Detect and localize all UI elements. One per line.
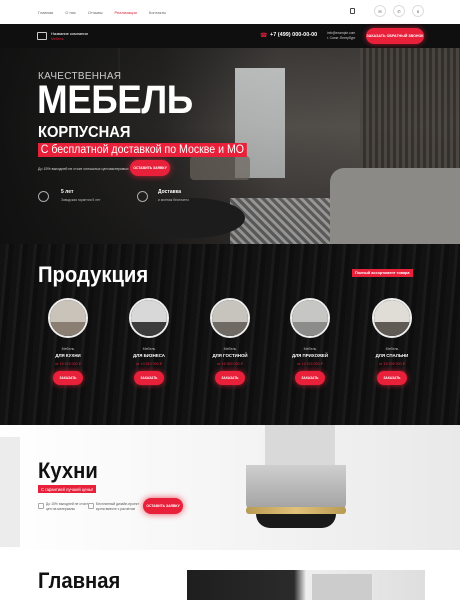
- product-price: от 10 510 000 ₽: [136, 362, 162, 366]
- interior-image: [187, 570, 425, 600]
- product-card[interactable]: Мебель ДЛЯ БИЗНЕСА от 10 510 000 ₽ ЗАКАЗ…: [119, 298, 179, 398]
- nav-link-home[interactable]: Главная: [38, 10, 53, 15]
- order-button[interactable]: ЗАКАЗАТЬ: [295, 371, 325, 385]
- main-section: Главная: [0, 550, 460, 600]
- contact-block: info@example.com г. Санкт-Петербург: [327, 31, 356, 41]
- product-label: Мебель: [142, 347, 156, 351]
- hero-sofa: [330, 168, 460, 244]
- product-price: от 16 500 000 ₽: [217, 362, 243, 366]
- design-icon: [88, 503, 94, 509]
- product-price: от 14 515 000 ₽: [297, 362, 323, 366]
- product-image[interactable]: [129, 298, 169, 338]
- feature-text-warranty: Заводская гарантия 5 лет: [61, 198, 101, 202]
- kitchens-subtitle: С гарантией лучшей цены!: [38, 485, 97, 493]
- company-subtitle: Мебель: [51, 37, 64, 41]
- pendant-lamp: [246, 465, 346, 513]
- nav-link-reviews[interactable]: Отзывы: [88, 10, 103, 15]
- feature-title-delivery: Доставка: [158, 189, 181, 195]
- product-label: Мебель: [61, 347, 75, 351]
- interior-image-right: [312, 574, 372, 600]
- product-category: ДЛЯ КУХНИ: [55, 353, 81, 358]
- kitchens-cta-button[interactable]: ОСТАВИТЬ ЗАЯВКУ: [143, 498, 183, 514]
- products-section: Продукция Полный ассортимент товара Мебе…: [0, 244, 460, 425]
- assortment-badge: Полный ассортимент товара: [352, 269, 413, 277]
- nav-link-about[interactable]: О нас: [65, 10, 76, 15]
- product-price: от 16 595 000 ₽: [379, 362, 405, 366]
- hero-section: КАЧЕСТВЕННАЯ МЕБЕЛЬ КОРПУСНАЯ С бесплатн…: [0, 48, 460, 244]
- hero-highlight: С бесплатной доставкой по Москве и МО: [38, 143, 247, 157]
- hero-carpet: [230, 198, 330, 244]
- product-image[interactable]: [48, 298, 88, 338]
- nav-link-projects[interactable]: Реализации: [115, 10, 137, 15]
- product-card[interactable]: Мебель ДЛЯ КУХНИ от 15 515 000 ₽ ЗАКАЗАТ…: [38, 298, 98, 398]
- city-text: г. Санкт-Петербург: [327, 36, 356, 40]
- logo-icon[interactable]: [37, 32, 47, 40]
- hero-subtitle: КОРПУСНАЯ: [38, 124, 131, 141]
- hero-cta-button[interactable]: ОСТАВИТЬ ЗАЯВКУ: [130, 160, 170, 176]
- product-category: ДЛЯ ГОСТИНОЙ: [212, 353, 248, 358]
- kitchens-title: Кухни: [38, 458, 98, 483]
- product-image[interactable]: [372, 298, 412, 338]
- top-nav: Главная О нас Отзывы Реализации Контакты…: [0, 0, 460, 24]
- product-image[interactable]: [290, 298, 330, 338]
- product-category: ДЛЯ СПАЛЬНИ: [375, 353, 409, 358]
- lamp-rim: [246, 507, 346, 514]
- company-name: Название компании: [51, 31, 88, 36]
- product-label: Мебель: [385, 347, 399, 351]
- lamp-inner: [256, 514, 336, 528]
- site-header: Название компании Мебель ☎ +7 (499) 000-…: [0, 24, 460, 48]
- order-button[interactable]: ЗАКАЗАТЬ: [53, 371, 83, 385]
- kitchens-text-2: Бесплатный дизайн-проект кухни вместе с …: [96, 502, 139, 511]
- order-button[interactable]: ЗАКАЗАТЬ: [134, 371, 164, 385]
- product-card[interactable]: Мебель ДЛЯ СПАЛЬНИ от 16 595 000 ₽ ЗАКАЗ…: [362, 298, 422, 398]
- main-title: Главная: [38, 568, 121, 593]
- hero-table: [140, 198, 245, 238]
- hero-title: МЕБЕЛЬ: [37, 78, 193, 122]
- nav-link-contacts[interactable]: Контакты: [149, 10, 166, 15]
- phone-icon: ☎: [260, 33, 268, 39]
- product-card[interactable]: Мебель ДЛЯ ПРИХОЖЕЙ от 14 515 000 ₽ ЗАКА…: [280, 298, 340, 398]
- hero-discount-text: До 15% выгодней не стоит сплошных цен ма…: [38, 167, 129, 171]
- order-button[interactable]: ЗАКАЗАТЬ: [377, 371, 407, 385]
- phone-number[interactable]: +7 (499) 000-00-00: [270, 32, 317, 38]
- order-button[interactable]: ЗАКАЗАТЬ: [215, 371, 245, 385]
- percent-icon: [38, 503, 44, 509]
- circle-icon-1[interactable]: ✉: [374, 5, 386, 17]
- hero-chairs: [190, 156, 250, 180]
- product-category: ДЛЯ БИЗНЕСА: [133, 353, 165, 358]
- truck-icon: [137, 191, 148, 202]
- product-category: ДЛЯ ПРИХОЖЕЙ: [291, 353, 329, 358]
- feature-title-warranty: 5 лет: [61, 189, 74, 195]
- badge-icon: [38, 191, 49, 202]
- product-card[interactable]: Мебель ДЛЯ ГОСТИНОЙ от 16 500 000 ₽ ЗАКА…: [200, 298, 260, 398]
- kitchens-section: Кухни С гарантией лучшей цены! До 15% вы…: [0, 425, 460, 550]
- lamp-cord: [265, 425, 335, 465]
- feature-text-delivery: и монтаж бесплатно: [158, 198, 190, 202]
- kitchen-shelf: [0, 437, 20, 547]
- circle-icon-2[interactable]: ✆: [393, 5, 405, 17]
- product-label: Мебель: [223, 347, 237, 351]
- product-label: Мебель: [303, 347, 317, 351]
- product-price: от 15 515 000 ₽: [55, 362, 81, 366]
- callback-button[interactable]: ЗАКАЗАТЬ ОБРАТНЫЙ ЗВОНОК: [366, 28, 424, 44]
- circle-icon-3[interactable]: $: [412, 5, 424, 17]
- kitchens-text-1: До 15% выгодней не стоит цен на материал…: [46, 502, 88, 511]
- cart-icon[interactable]: [350, 8, 355, 14]
- product-image[interactable]: [210, 298, 250, 338]
- products-title: Продукция: [38, 262, 149, 287]
